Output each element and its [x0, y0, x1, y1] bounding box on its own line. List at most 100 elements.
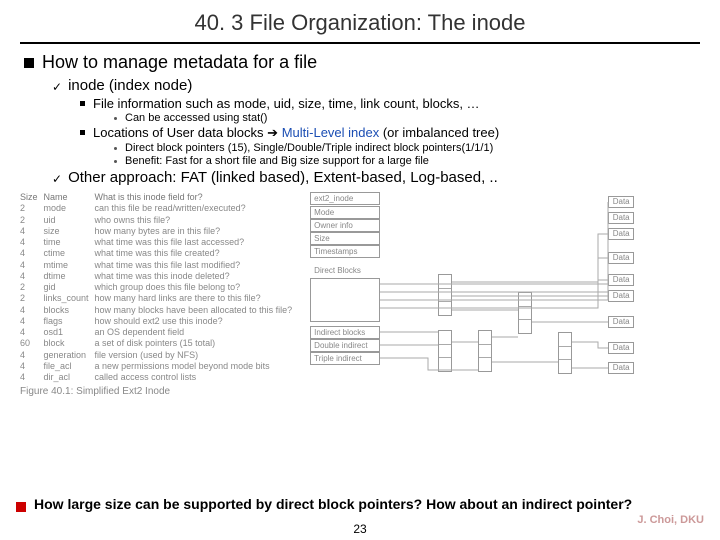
table-cell: can this file be read/written/executed? [95, 203, 299, 214]
table-cell: 4 [20, 350, 44, 361]
table-cell: what time was this inode deleted? [95, 271, 299, 282]
table-cell: size [44, 226, 95, 237]
table-row: 4generationfile version (used by NFS) [20, 350, 298, 361]
table-cell: 4 [20, 260, 44, 271]
table-cell: mtime [44, 260, 95, 271]
table-cell: flags [44, 316, 95, 327]
table-cell: block [44, 338, 95, 349]
table-row: 2gidwhich group does this file belong to… [20, 282, 298, 293]
check-icon: ✓ [52, 172, 62, 186]
table-cell: how many hard links are there to this fi… [95, 293, 299, 304]
red-square-icon [16, 502, 26, 512]
table-row: 4mtimewhat time was this file last modif… [20, 260, 298, 271]
bullet-l4-benefit: Benefit: Fast for a short file and Big s… [114, 155, 696, 167]
table-cell: how many bytes are in this file? [95, 226, 299, 237]
table-cell: blocks [44, 305, 95, 316]
table-row: 4sizehow many bytes are in this file? [20, 226, 298, 237]
table-row: 60blocka set of disk pointers (15 total) [20, 338, 298, 349]
table-cell: 60 [20, 338, 44, 349]
table-cell: 4 [20, 226, 44, 237]
dot-icon [114, 160, 117, 163]
table-cell: gid [44, 282, 95, 293]
table-row: 4flagshow should ext2 use this inode? [20, 316, 298, 327]
table-cell: file_acl [44, 361, 95, 372]
table-row: 2links_counthow many hard links are ther… [20, 293, 298, 304]
diagram-wires [308, 192, 648, 382]
l3-locations-text: Locations of User data blocks ➔ Multi-Le… [93, 125, 499, 141]
l2-text: inode (index node) [68, 77, 192, 94]
table-row: 2modecan this file be read/written/execu… [20, 203, 298, 214]
table-cell: file version (used by NFS) [95, 350, 299, 361]
bullet-l3-fileinfo: File information such as mode, uid, size… [80, 96, 696, 111]
table-cell: what time was this file last accessed? [95, 237, 299, 248]
table-row: 4blockshow many blocks have been allocat… [20, 305, 298, 316]
bullet-l3-locations: Locations of User data blocks ➔ Multi-Le… [80, 125, 696, 141]
table-cell: which group does this file belong to? [95, 282, 299, 293]
table-cell: a set of disk pointers (15 total) [95, 338, 299, 349]
table-row: 4ctimewhat time was this file created? [20, 248, 298, 259]
table-cell: 2 [20, 282, 44, 293]
l1-text: How to manage metadata for a file [42, 52, 317, 73]
table-cell: 4 [20, 237, 44, 248]
loc-link: Multi-Level index [282, 125, 380, 140]
table-header: Size Name What is this inode field for? [20, 192, 298, 203]
table-cell: 2 [20, 203, 44, 214]
table-cell: what time was this file last modified? [95, 260, 299, 271]
l3-text: File information such as mode, uid, size… [93, 96, 480, 111]
l4-text: Direct block pointers (15), Single/Doubl… [125, 142, 493, 154]
loc-post: (or imbalanced tree) [379, 125, 499, 140]
table-cell: mode [44, 203, 95, 214]
th-size: Size [20, 192, 44, 203]
title-underline [20, 42, 700, 44]
bullet-l4-direct: Direct block pointers (15), Single/Doubl… [114, 142, 696, 154]
table-row: 4dtimewhat time was this inode deleted? [20, 271, 298, 282]
question-text: How large size can be supported by direc… [34, 496, 632, 512]
table-cell: a new permissions model beyond mode bits [95, 361, 299, 372]
page-number: 23 [0, 522, 720, 536]
table-cell: dtime [44, 271, 95, 282]
table-cell: 4 [20, 305, 44, 316]
table-row: 4timewhat time was this file last access… [20, 237, 298, 248]
inode-diagram: ext2_inode Mode Owner info Size Timestam… [308, 192, 648, 382]
table-cell: called access control lists [95, 372, 299, 383]
table-cell: 4 [20, 361, 44, 372]
table-row: 4file_acla new permissions model beyond … [20, 361, 298, 372]
check-icon: ✓ [52, 80, 62, 94]
table-row: 2uidwho owns this file? [20, 215, 298, 226]
table-cell: uid [44, 215, 95, 226]
table-row: 4osd1an OS dependent field [20, 327, 298, 338]
table-row: 4dir_aclcalled access control lists [20, 372, 298, 383]
dot-icon [114, 147, 117, 150]
square-bullet-icon [24, 58, 34, 68]
table-cell: what time was this file created? [95, 248, 299, 259]
table-cell: generation [44, 350, 95, 361]
l2-text: Other approach: FAT (linked based), Exte… [68, 169, 498, 186]
loc-pre: Locations of User data blocks [93, 125, 267, 140]
table-cell: 4 [20, 327, 44, 338]
dot-icon [114, 117, 117, 120]
figure-caption: Figure 40.1: Simplified Ext2 Inode [20, 386, 298, 397]
table-cell: 2 [20, 293, 44, 304]
table-cell: an OS dependent field [95, 327, 299, 338]
th-desc: What is this inode field for? [95, 192, 299, 203]
table-cell: 4 [20, 372, 44, 383]
slide-title: 40. 3 File Organization: The inode [0, 0, 720, 40]
table-cell: 4 [20, 248, 44, 259]
bullet-l1: How to manage metadata for a file [24, 52, 696, 73]
l4-text: Can be accessed using stat() [125, 112, 267, 124]
inode-table: Size Name What is this inode field for? … [20, 192, 298, 383]
table-cell: 4 [20, 316, 44, 327]
small-square-icon [80, 130, 85, 135]
bullet-l2-inode: ✓ inode (index node) [52, 77, 696, 94]
table-cell: 4 [20, 271, 44, 282]
table-cell: dir_acl [44, 372, 95, 383]
bullet-l2-other: ✓ Other approach: FAT (linked based), Ex… [52, 169, 696, 186]
table-cell: time [44, 237, 95, 248]
th-name: Name [44, 192, 95, 203]
table-cell: 2 [20, 215, 44, 226]
small-square-icon [80, 101, 85, 106]
table-cell: who owns this file? [95, 215, 299, 226]
bullet-l4-stat: Can be accessed using stat() [114, 112, 696, 124]
table-cell: osd1 [44, 327, 95, 338]
question-row: How large size can be supported by direc… [16, 496, 704, 512]
